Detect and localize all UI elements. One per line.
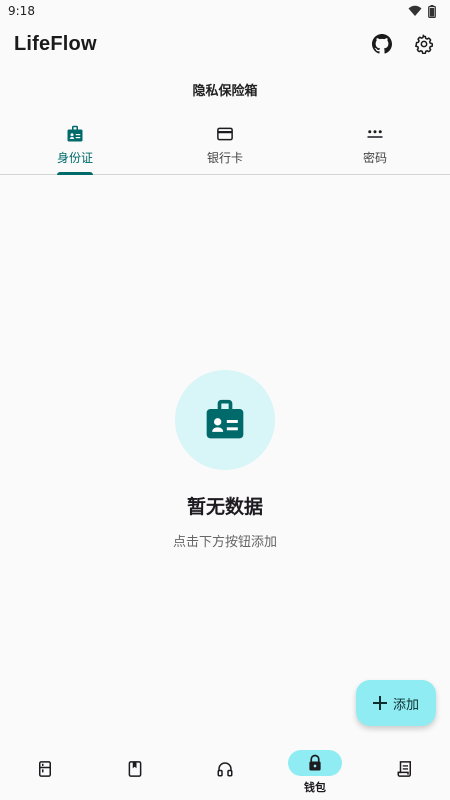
empty-illustration xyxy=(175,370,275,470)
headphones-icon xyxy=(217,762,233,777)
github-icon xyxy=(372,34,392,54)
nav-item-music[interactable] xyxy=(180,742,270,800)
id-badge-icon xyxy=(206,399,244,439)
plus-icon xyxy=(372,696,387,710)
empty-title: 暂无数据 xyxy=(186,496,263,518)
empty-subtitle: 点击下方按钮添加 xyxy=(172,535,277,550)
tab-bank-card[interactable]: 银行卡 xyxy=(150,118,300,174)
tab-id-card[interactable]: 身份证 xyxy=(0,118,150,175)
settings-button[interactable] xyxy=(412,32,436,56)
nav-item-wallet[interactable]: 钱包 xyxy=(270,742,360,800)
gear-icon xyxy=(415,34,434,54)
fridge-icon xyxy=(39,761,51,777)
receipt-icon xyxy=(397,761,411,777)
nav-pill xyxy=(108,756,162,782)
wifi-icon xyxy=(408,5,422,16)
nav-pill xyxy=(288,750,342,776)
tab-indicator xyxy=(57,172,93,175)
nav-label: 钱包 xyxy=(304,781,326,794)
nav-item-fridge[interactable] xyxy=(0,742,90,800)
app-title: LifeFlow xyxy=(14,32,97,55)
battery-icon xyxy=(428,4,436,18)
add-button-label: 添加 xyxy=(392,697,419,713)
empty-state: 暂无数据 点击下方按钮添加 xyxy=(0,370,450,550)
bookmark-book-icon xyxy=(128,761,142,777)
nav-pill xyxy=(18,756,72,782)
app-actions xyxy=(370,32,436,56)
lock-icon xyxy=(309,754,321,771)
tab-password[interactable]: 密码 xyxy=(300,118,450,174)
tab-label: 身份证 xyxy=(56,151,93,165)
status-bar: 9:18 xyxy=(0,0,450,22)
tab-label: 银行卡 xyxy=(206,151,243,165)
vault-tabs: 身份证 银行卡 密码 xyxy=(0,118,450,175)
password-dots-icon xyxy=(367,130,383,138)
add-button[interactable]: 添加 xyxy=(356,680,436,726)
status-icons xyxy=(408,4,436,18)
nav-item-book[interactable] xyxy=(90,742,180,800)
bottom-nav: 钱包 xyxy=(0,742,450,800)
nav-pill xyxy=(378,756,432,782)
credit-card-icon xyxy=(217,127,233,141)
github-button[interactable] xyxy=(370,32,394,56)
page-title: 隐私保险箱 xyxy=(192,84,258,99)
tab-label: 密码 xyxy=(362,151,387,165)
status-time: 9:18 xyxy=(8,4,35,18)
nav-item-notes[interactable] xyxy=(360,742,450,800)
app-bar: LifeFlow xyxy=(0,22,450,66)
id-badge-icon xyxy=(67,125,83,142)
nav-pill xyxy=(198,756,252,782)
